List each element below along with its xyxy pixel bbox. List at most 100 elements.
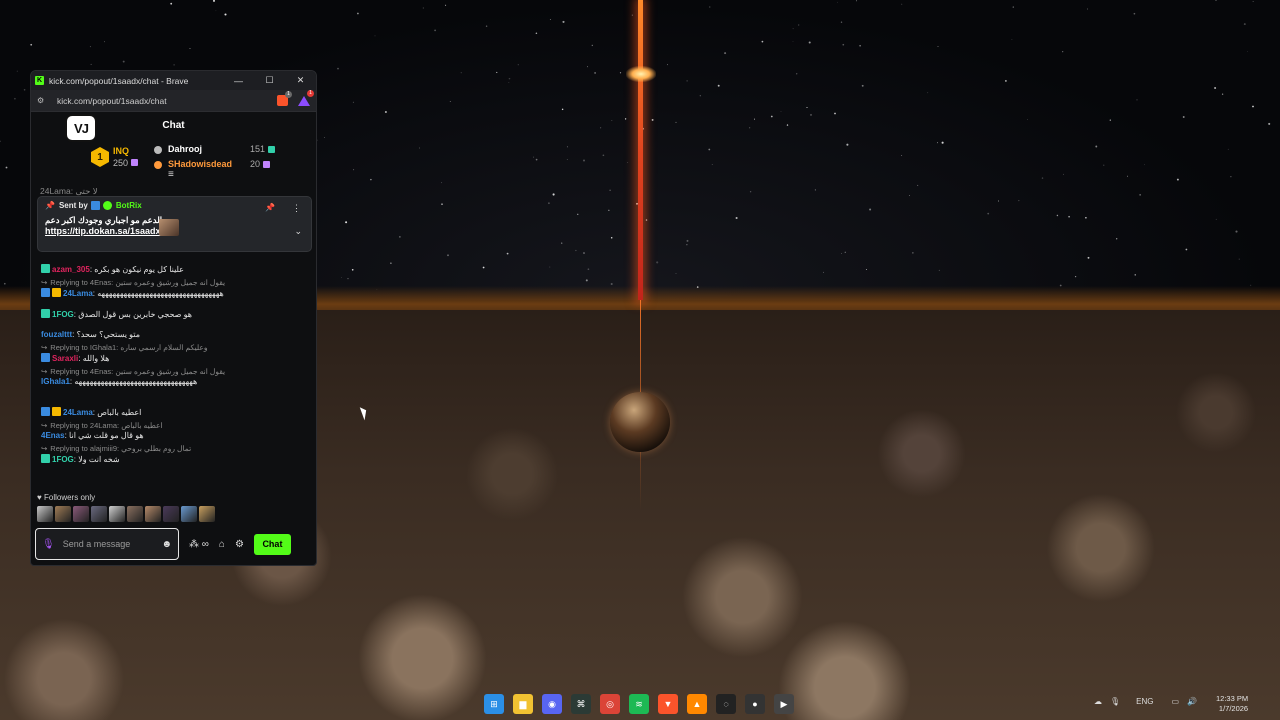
discord-icon[interactable]: ◉ bbox=[542, 694, 562, 714]
chat-message[interactable]: 1FOG: هو صحجي خابرين بس قول الصدق bbox=[41, 309, 308, 320]
obs-icon[interactable]: ◌ bbox=[716, 694, 736, 714]
message-username[interactable]: 24Lama bbox=[63, 408, 93, 417]
follower-avatar[interactable] bbox=[73, 506, 89, 522]
rank-badge: 1 bbox=[91, 147, 109, 167]
chat-message[interactable]: 4Enas: هو قال مو قلت شي انا bbox=[41, 431, 308, 441]
star bbox=[675, 273, 677, 274]
taskbar-clock[interactable]: 12:33 PM 1/7/2026 bbox=[1216, 694, 1248, 714]
reply-context[interactable]: ↪ Replying to 4Enas: يقول انه جميل ورشيق … bbox=[41, 367, 308, 377]
chat-messages[interactable]: 24Lama: لا حتى 📌 Sent by BotRix 📌 ⋮ ⌄ ال… bbox=[31, 188, 316, 493]
message-text: علينا كل يوم نيكون هو بكره bbox=[94, 265, 184, 274]
more-options-icon[interactable]: ⋮ bbox=[292, 203, 301, 214]
brave-shields-icon[interactable]: 1 bbox=[277, 91, 292, 106]
star bbox=[645, 219, 648, 221]
star bbox=[215, 10, 217, 12]
maximize-button[interactable]: ☐ bbox=[254, 71, 285, 90]
gift-leaderboard[interactable]: 1 INQ 250 Dahrooj 151 SHadowisdead 20 ≡ bbox=[31, 138, 316, 180]
follower-avatar[interactable] bbox=[55, 506, 71, 522]
volume-icon[interactable]: 🔊 bbox=[1187, 697, 1197, 706]
window-titlebar[interactable]: K kick.com/popout/1saadx/chat - Brave — … bbox=[31, 71, 316, 90]
chat-message[interactable]: 24Lama: هههههههههههههههههههههههههههههههه… bbox=[41, 288, 308, 299]
star bbox=[1087, 256, 1090, 259]
recorder-icon[interactable]: ● bbox=[745, 694, 765, 714]
chrome-icon[interactable]: ◎ bbox=[600, 694, 620, 714]
minimize-button[interactable]: — bbox=[223, 71, 254, 90]
star bbox=[390, 262, 392, 264]
follower-avatar[interactable] bbox=[109, 506, 125, 522]
star bbox=[780, 111, 782, 112]
settings-gear-icon[interactable]: ⚙ bbox=[235, 539, 244, 550]
url-text[interactable]: kick.com/popout/1saadx/chat bbox=[57, 96, 269, 106]
pinned-text: الدعم مو اجباري وجودك اكبر دعم bbox=[45, 215, 163, 225]
star bbox=[422, 7, 424, 9]
message-input[interactable] bbox=[62, 539, 162, 549]
send-chat-button[interactable]: Chat bbox=[253, 533, 291, 555]
emote-picker-icon[interactable]: ⁂ ∞ bbox=[189, 539, 209, 550]
site-settings-icon[interactable]: ⚙ bbox=[37, 96, 49, 105]
window-title: kick.com/popout/1saadx/chat - Brave bbox=[49, 75, 189, 86]
terminal-icon[interactable]: ⌘ bbox=[571, 694, 591, 714]
microphone-icon[interactable]: 🎙 bbox=[42, 539, 55, 550]
reply-context[interactable]: ↪ Replying to alajmiii9: تمال روم بطلي بر… bbox=[41, 444, 308, 454]
follower-avatar[interactable] bbox=[127, 506, 143, 522]
unpin-icon[interactable]: 📌 bbox=[265, 203, 275, 212]
message-username[interactable]: 24Lama bbox=[63, 289, 93, 298]
star bbox=[938, 269, 940, 271]
follower-avatar[interactable] bbox=[163, 506, 179, 522]
emoji-icon[interactable]: ☻ bbox=[161, 539, 172, 550]
message-input-box[interactable]: 🎙 ☻ bbox=[35, 528, 179, 560]
follower-avatar[interactable] bbox=[199, 506, 215, 522]
moderator-badge-icon bbox=[90, 201, 100, 210]
reply-context[interactable]: ↪ Replying to 24Lama: اعطيه بالباص bbox=[41, 421, 308, 431]
message-username[interactable]: IGhala1 bbox=[41, 377, 70, 386]
store-icon[interactable]: ⌂ bbox=[219, 539, 225, 550]
brave-icon[interactable]: ▼ bbox=[658, 694, 678, 714]
star bbox=[909, 195, 910, 196]
chat-message[interactable]: 1FOG: شخه انت ولا bbox=[41, 454, 308, 465]
star bbox=[566, 159, 568, 160]
star bbox=[1139, 194, 1141, 196]
follower-avatar[interactable] bbox=[145, 506, 161, 522]
follower-avatar[interactable] bbox=[37, 506, 53, 522]
network-icon[interactable]: ▭ bbox=[1172, 697, 1180, 706]
star bbox=[808, 41, 811, 44]
message-username[interactable]: fouzalttt bbox=[41, 330, 72, 339]
microphone-tray-icon[interactable]: 🎙 bbox=[1110, 697, 1120, 706]
star bbox=[600, 127, 602, 129]
pinned-link[interactable]: https://tip.dokan.sa/1saadx bbox=[45, 226, 162, 236]
spotify-icon[interactable]: ≋ bbox=[629, 694, 649, 714]
language-indicator[interactable]: ENG bbox=[1136, 697, 1153, 706]
windows-start-icon[interactable]: ⊞ bbox=[484, 694, 504, 714]
media-player-icon[interactable]: ▶ bbox=[774, 694, 794, 714]
chat-message[interactable]: IGhala1: ههههههههههههههههههههههههههههههه… bbox=[41, 377, 308, 387]
chevron-down-icon[interactable]: ⌄ bbox=[294, 226, 302, 237]
reply-context[interactable]: ↪ Replying to 4Enas: يقول انه جميل ورشيق … bbox=[41, 278, 308, 288]
pinned-message[interactable]: 📌 Sent by BotRix 📌 ⋮ ⌄ الدعم مو اجباري و… bbox=[37, 196, 312, 252]
message-username[interactable]: Saraxli bbox=[52, 354, 78, 363]
chat-message[interactable]: Saraxli: هلا والله bbox=[41, 353, 308, 364]
follower-avatar[interactable] bbox=[181, 506, 197, 522]
collapse-leaderboard-icon[interactable]: ≡ bbox=[168, 169, 174, 180]
message-username[interactable]: 4Enas bbox=[41, 431, 65, 440]
chat-message[interactable]: 24Lama: اعطيه بالباص bbox=[41, 407, 308, 418]
message-username[interactable]: 1FOG bbox=[52, 455, 74, 464]
follower-avatar[interactable] bbox=[91, 506, 107, 522]
star bbox=[14, 97, 16, 100]
cloud-icon[interactable]: ☁ bbox=[1094, 697, 1102, 706]
chat-message[interactable]: azam_305: علينا كل يوم نيكون هو بكره bbox=[41, 264, 308, 275]
close-button[interactable]: ✕ bbox=[285, 71, 316, 90]
star bbox=[552, 193, 555, 196]
star bbox=[1243, 23, 1246, 26]
brave-rewards-icon[interactable]: 1 bbox=[298, 89, 314, 106]
chat-message[interactable]: fouzalttt: متو يستحي؟ سحد؟ bbox=[41, 330, 308, 340]
reply-context[interactable]: ↪ Replying to IGhala1: وعليكم السلام ارسم… bbox=[41, 343, 308, 353]
message-username[interactable]: azam_305 bbox=[52, 265, 90, 274]
file-explorer-icon[interactable]: ▆ bbox=[513, 694, 533, 714]
user-badge-icon bbox=[41, 407, 50, 416]
vlc-icon[interactable]: ▲ bbox=[687, 694, 707, 714]
star bbox=[506, 252, 509, 255]
reply-icon: ↪ bbox=[41, 444, 48, 453]
message-username[interactable]: 1FOG bbox=[52, 310, 74, 319]
pinned-bot-name[interactable]: BotRix bbox=[116, 201, 142, 210]
